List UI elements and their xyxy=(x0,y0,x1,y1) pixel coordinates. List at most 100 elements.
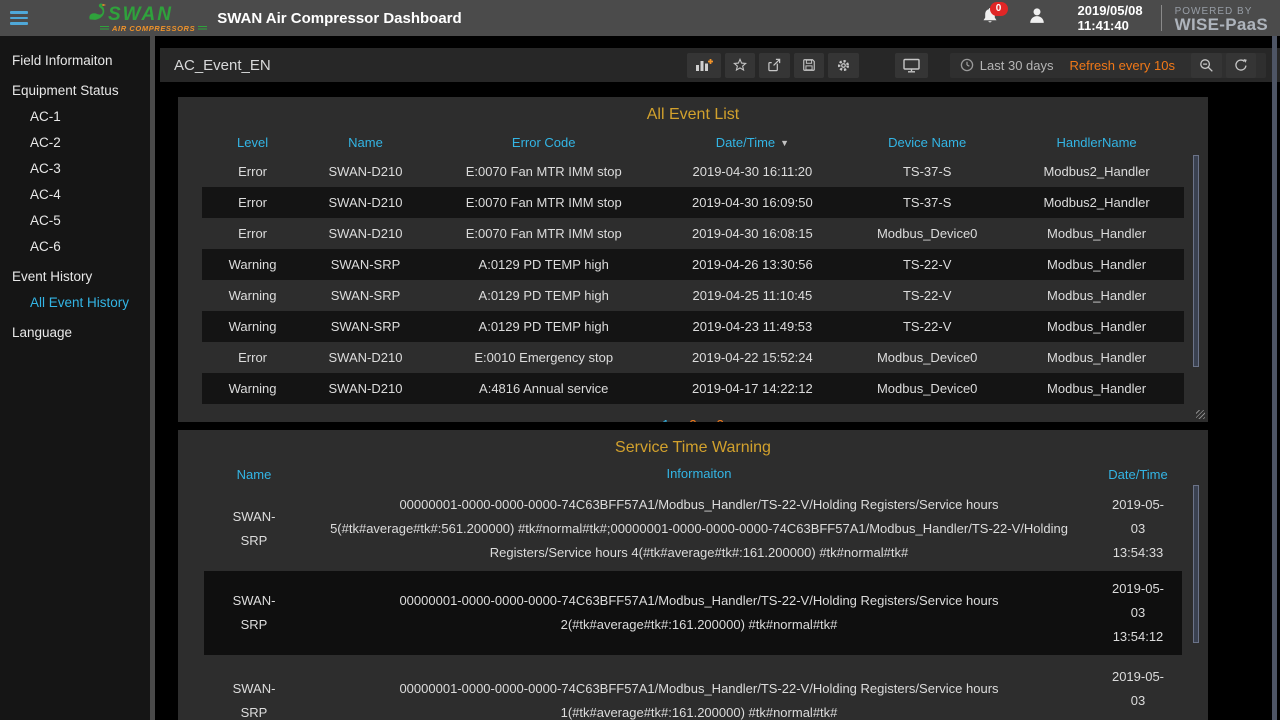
datetime-text: 2019-05-03 13:54:33 xyxy=(1106,493,1170,565)
name-text: SWAN-SRP xyxy=(225,505,283,553)
event-table: LevelNameError CodeDate/Time▼Device Name… xyxy=(202,129,1184,404)
sidebar-item-ac-3[interactable]: AC-3 xyxy=(0,156,150,182)
refresh-icon xyxy=(1234,58,1248,72)
service-table-header: NameInformaitonDate/Time xyxy=(204,461,1182,487)
column-header-name[interactable]: Name xyxy=(204,467,304,482)
sidebar-item-ac-5[interactable]: AC-5 xyxy=(0,208,150,234)
save-icon xyxy=(802,58,816,72)
page-scrollbar[interactable] xyxy=(1272,36,1277,720)
event-row: ErrorSWAN-D210E:0010 Emergency stop2019-… xyxy=(202,342,1184,373)
handlername-cell: Modbus_Handler xyxy=(1009,319,1184,334)
handlername-cell: Modbus_Handler xyxy=(1009,257,1184,272)
service-row: SWAN-SRP00000001-0000-0000-0000-74C63BFF… xyxy=(204,571,1182,655)
event-row: WarningSWAN-SRPA:0129 PD TEMP high2019-0… xyxy=(202,311,1184,342)
name-cell: SWAN-SRP xyxy=(303,288,428,303)
name-cell: SWAN-SRP xyxy=(303,257,428,272)
sidebar-scrollbar[interactable] xyxy=(150,36,155,720)
sidebar-item-ac-6[interactable]: AC-6 xyxy=(0,234,150,260)
time-range-button[interactable]: Last 30 days xyxy=(980,58,1054,73)
dashboard-title: AC_Event_EN xyxy=(174,57,271,74)
notifications-button[interactable]: 0 xyxy=(980,7,1000,30)
level-cell: Warning xyxy=(202,381,303,396)
level-cell: Error xyxy=(202,164,303,179)
handlername-cell: Modbus2_Handler xyxy=(1009,195,1184,210)
column-label: HandlerName xyxy=(1056,135,1136,150)
handlername-cell: Modbus2_Handler xyxy=(1009,164,1184,179)
handlername-cell: Modbus_Handler xyxy=(1009,350,1184,365)
information-cell: 00000001-0000-0000-0000-74C63BFF57A1/Mod… xyxy=(304,589,1094,637)
sidebar-item-ac-4[interactable]: AC-4 xyxy=(0,182,150,208)
star-button[interactable] xyxy=(725,53,755,78)
pagination: 1 2 3 xyxy=(178,417,1208,422)
name-cell: SWAN-SRP xyxy=(204,589,304,637)
level-cell: Error xyxy=(202,226,303,241)
handlername-cell: Modbus_Handler xyxy=(1009,381,1184,396)
device-name-cell: Modbus_Device0 xyxy=(845,350,1009,365)
column-header-date-time[interactable]: Date/Time xyxy=(1094,467,1182,482)
cycle-view-button[interactable] xyxy=(895,53,928,78)
column-header-informaiton[interactable]: Informaiton xyxy=(304,462,1094,486)
date-time-cell: 2019-04-26 13:30:56 xyxy=(660,257,846,272)
date-time-cell: 2019-04-30 16:09:50 xyxy=(660,195,846,210)
column-header-handlername[interactable]: HandlerName xyxy=(1009,135,1184,150)
zoom-out-button[interactable] xyxy=(1191,53,1222,78)
refresh-button[interactable] xyxy=(1226,53,1256,78)
sidebar: Field InformaitonEquipment StatusAC-1AC-… xyxy=(0,36,150,720)
save-button[interactable] xyxy=(794,53,824,78)
settings-button[interactable] xyxy=(828,53,859,78)
date-time-cell: 2019-04-17 14:22:12 xyxy=(660,381,846,396)
page-2[interactable]: 2 xyxy=(689,417,696,422)
share-button[interactable] xyxy=(759,53,790,78)
sidebar-item-all-event-history[interactable]: All Event History xyxy=(0,290,150,316)
column-header-level[interactable]: Level xyxy=(202,135,303,150)
notification-badge: 0 xyxy=(990,2,1008,16)
datetime-text: 2019-05-03 13:54:02 xyxy=(1106,665,1170,720)
refresh-interval-button[interactable]: Refresh every 10s xyxy=(1070,58,1176,73)
app-title: SWAN Air Compressor Dashboard xyxy=(217,10,462,27)
column-header-error-code[interactable]: Error Code xyxy=(428,135,660,150)
error-code-cell: A:0129 PD TEMP high xyxy=(428,257,660,272)
level-cell: Error xyxy=(202,350,303,365)
event-table-header: LevelNameError CodeDate/Time▼Device Name… xyxy=(202,129,1184,156)
datetime-text: 2019-05-03 13:54:12 xyxy=(1106,577,1170,649)
current-date: 2019/05/08 xyxy=(1078,3,1143,18)
event-panel-scrollbar[interactable] xyxy=(1193,155,1199,367)
name-cell: SWAN-D210 xyxy=(303,350,428,365)
level-cell: Warning xyxy=(202,257,303,272)
datetime-cell: 2019-05-03 13:54:33 xyxy=(1094,493,1182,565)
device-name-cell: TS-22-V xyxy=(845,319,1009,334)
page-1[interactable]: 1 xyxy=(662,417,669,422)
sidebar-item-ac-2[interactable]: AC-2 xyxy=(0,130,150,156)
column-header-date-time[interactable]: Date/Time▼ xyxy=(660,135,846,150)
user-button[interactable] xyxy=(1028,7,1046,29)
device-name-cell: TS-37-S xyxy=(845,195,1009,210)
powered-by-line2: WISE-PaaS xyxy=(1175,18,1268,31)
level-cell: Warning xyxy=(202,288,303,303)
service-panel-scrollbar[interactable] xyxy=(1193,485,1199,643)
information-cell: 00000001-0000-0000-0000-74C63BFF57A1/Mod… xyxy=(304,493,1094,565)
add-panel-button[interactable] xyxy=(687,53,721,78)
logo-stripe xyxy=(100,26,109,31)
page-3[interactable]: 3 xyxy=(717,417,724,422)
sidebar-item-equipment-status[interactable]: Equipment Status xyxy=(0,78,150,104)
sidebar-item-language[interactable]: Language xyxy=(0,320,150,346)
menu-icon[interactable] xyxy=(10,8,30,28)
column-label: Date/Time xyxy=(716,135,775,150)
name-cell: SWAN-SRP xyxy=(303,319,428,334)
sidebar-item-event-history[interactable]: Event History xyxy=(0,264,150,290)
logo-stripe xyxy=(198,26,207,31)
information-cell: 00000001-0000-0000-0000-74C63BFF57A1/Mod… xyxy=(304,677,1094,720)
event-list-panel: All Event List LevelNameError CodeDate/T… xyxy=(178,97,1208,422)
sidebar-item-ac-1[interactable]: AC-1 xyxy=(0,104,150,130)
name-cell: SWAN-D210 xyxy=(303,381,428,396)
date-time-cell: 2019-04-25 11:10:45 xyxy=(660,288,846,303)
error-code-cell: E:0070 Fan MTR IMM stop xyxy=(428,226,660,241)
date-time-cell: 2019-04-30 16:11:20 xyxy=(660,164,846,179)
column-header-device-name[interactable]: Device Name xyxy=(845,135,1009,150)
name-text: SWAN-SRP xyxy=(225,677,283,720)
panel-resize-handle[interactable] xyxy=(1196,410,1205,419)
handlername-cell: Modbus_Handler xyxy=(1009,288,1184,303)
column-header-name[interactable]: Name xyxy=(303,135,428,150)
error-code-cell: A:0129 PD TEMP high xyxy=(428,288,660,303)
sidebar-item-field-informaiton[interactable]: Field Informaiton xyxy=(0,48,150,74)
